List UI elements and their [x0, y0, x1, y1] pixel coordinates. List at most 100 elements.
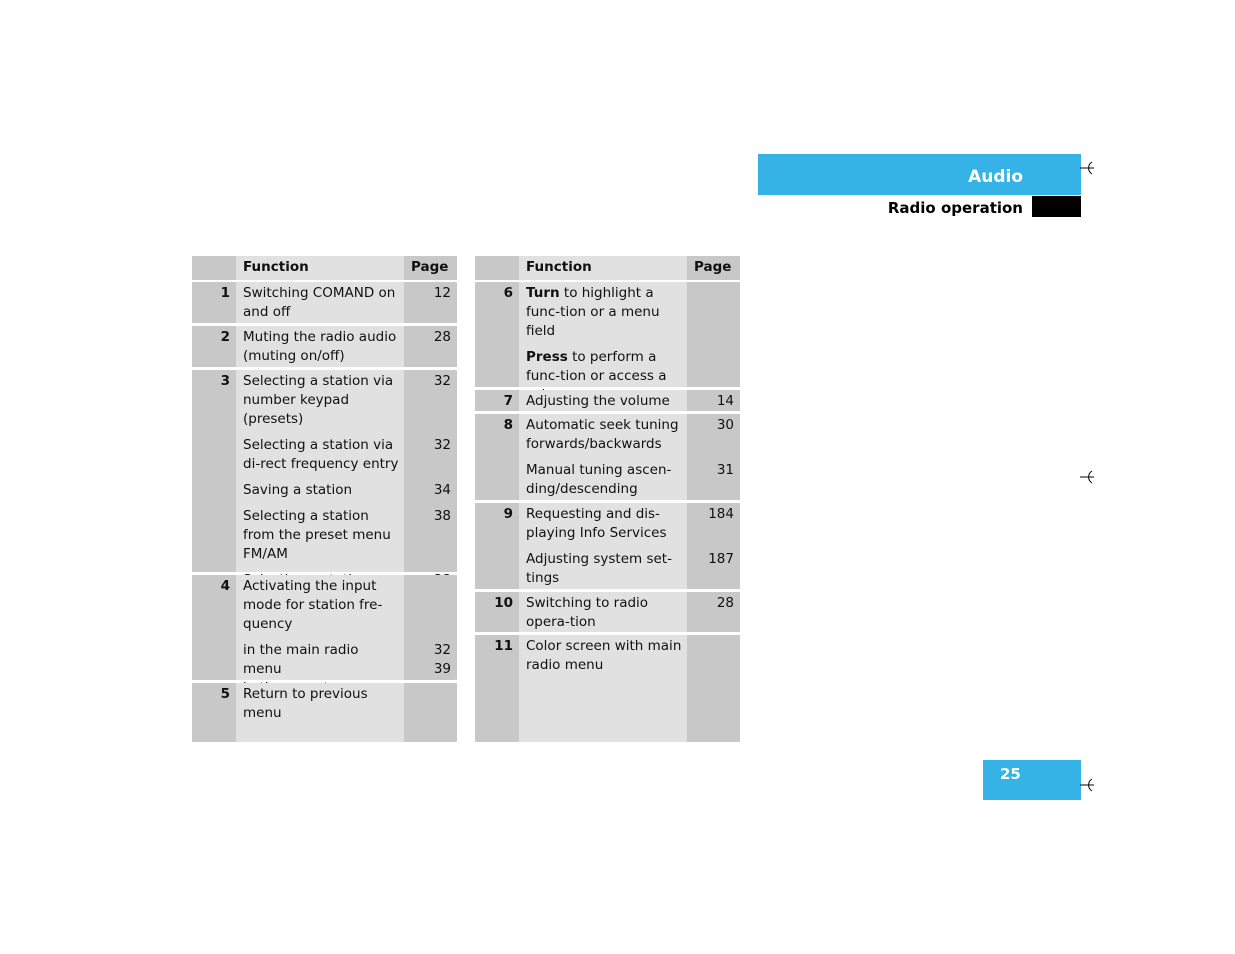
table-row: 5 Return to previous menu — [192, 683, 457, 742]
function-text: Selecting a station via di-rect frequenc… — [243, 437, 399, 472]
table-row: 7 Adjusting the volume 14 — [475, 390, 740, 411]
subsection-title: Radio operation — [887, 199, 1023, 217]
function-entry: Switching to radio opera-tion — [526, 594, 683, 632]
table-row: 8 Automatic seek tuning forwards/backward… — [475, 414, 740, 500]
page-cell — [687, 635, 740, 742]
header-page: Page — [687, 256, 740, 280]
function-entry: Selecting a station via number keypad (p… — [243, 372, 400, 429]
function-entry: Muting the radio audio (muting on/off) — [243, 328, 400, 366]
page-ref[interactable]: 184 — [687, 505, 734, 543]
page-number: 25 — [1000, 765, 1021, 783]
item-number: 11 — [475, 635, 519, 742]
item-number: 2 — [192, 326, 236, 367]
page-ref[interactable] — [687, 637, 734, 675]
page-ref[interactable]: 38 — [404, 507, 451, 564]
function-text: Saving a station — [243, 482, 353, 498]
function-cell: Switching to radio opera-tion — [519, 592, 687, 632]
function-text: in the main radio menu — [243, 642, 359, 677]
page-ref[interactable]: 28 — [404, 328, 451, 366]
item-number: 10 — [475, 592, 519, 632]
table-row: 11 Color screen with main radio menu — [475, 635, 740, 742]
page-ref[interactable]: 30 — [687, 416, 734, 454]
page-ref[interactable]: 32 — [404, 372, 451, 429]
table-row: 3 Selecting a station via number keypad (… — [192, 370, 457, 626]
crop-mark-icon — [1080, 161, 1094, 175]
table-row: 4 Activating the input mode for station f… — [192, 575, 457, 696]
table-header: Function Page — [192, 256, 457, 280]
function-text: Switching to radio opera-tion — [526, 595, 649, 630]
header-number-cell — [192, 256, 236, 280]
page-cell: 28 — [404, 326, 457, 367]
header-number-cell — [475, 256, 519, 280]
function-keyword: Turn — [526, 285, 560, 301]
function-keyword: Press — [526, 349, 568, 365]
function-entry: Switching COMAND on and off — [243, 284, 400, 322]
function-text: Adjusting the volume — [526, 393, 670, 409]
page-ref[interactable] — [404, 577, 451, 634]
table-row: 2 Muting the radio audio (muting on/off) 2… — [192, 326, 457, 367]
function-entry: Turn to highlight a func-tion or a menu … — [526, 284, 683, 341]
function-text: Switching COMAND on and off — [243, 285, 396, 320]
page-ref[interactable]: 12 — [404, 284, 451, 322]
page-cell: 12 — [404, 282, 457, 323]
function-text: Activating the input mode for station fr… — [243, 578, 383, 632]
function-entry: Return to previous menu — [243, 685, 400, 723]
function-entry: Saving a station — [243, 481, 400, 500]
function-text: Selecting a station via number keypad (p… — [243, 373, 394, 427]
function-cell: Color screen with main radio menu — [519, 635, 687, 742]
function-cell: Switching COMAND on and off — [236, 282, 404, 323]
crop-mark-icon — [1080, 470, 1094, 484]
page-ref[interactable]: 34 — [404, 481, 451, 500]
function-cell: Return to previous menu — [236, 683, 404, 742]
function-text: Manual tuning ascen-ding/descending — [526, 462, 672, 497]
function-cell: Turn to highlight a func-tion or a menu … — [519, 282, 687, 403]
function-text: Requesting and dis-playing Info Services — [526, 506, 667, 541]
table-row: 10 Switching to radio opera-tion 28 — [475, 592, 740, 632]
item-number: 3 — [192, 370, 236, 572]
item-number: 7 — [475, 390, 519, 411]
page-ref[interactable] — [404, 685, 451, 723]
table-row: 6 Turn to highlight a func-tion or a menu… — [475, 282, 740, 403]
page-cell — [404, 683, 457, 742]
function-entry: Activating the input mode for station fr… — [243, 577, 400, 634]
function-cell: Requesting and dis-playing Info Services… — [519, 503, 687, 589]
function-entry: Selecting a station via di-rect frequenc… — [243, 436, 400, 474]
page-number-box: 25 — [983, 760, 1081, 800]
page-ref[interactable]: 32 — [404, 436, 451, 474]
function-text: Adjusting system set-tings — [526, 551, 672, 586]
function-text: Color screen with main radio menu — [526, 638, 682, 673]
function-entry: Color screen with main radio menu — [526, 637, 683, 675]
item-number: 1 — [192, 282, 236, 323]
page-cell: 32 39 — [404, 575, 457, 680]
table-header: Function Page — [475, 256, 740, 280]
section-band: Audio — [758, 154, 1081, 195]
page-cell: 14 — [687, 390, 740, 411]
crop-mark-icon — [1080, 778, 1094, 792]
page-cell — [687, 282, 740, 387]
item-number: 6 — [475, 282, 519, 387]
page-ref[interactable]: 31 — [687, 461, 734, 499]
function-cell: Activating the input mode for station fr… — [236, 575, 404, 696]
page-ref[interactable] — [687, 284, 734, 341]
page-ref[interactable]: 14 — [687, 392, 734, 411]
item-number: 5 — [192, 683, 236, 742]
tab-marker — [1032, 196, 1081, 217]
function-entry: Adjusting the volume — [526, 392, 683, 411]
function-text: Muting the radio audio (muting on/off) — [243, 329, 397, 364]
page-cell: 30 31 — [687, 414, 740, 500]
function-text: Return to previous menu — [243, 686, 368, 721]
page-ref[interactable]: 32 — [434, 642, 451, 658]
function-text: Automatic seek tuning forwards/backwards — [526, 417, 679, 452]
page-ref[interactable]: 187 — [687, 550, 734, 588]
function-entry: Manual tuning ascen-ding/descending — [526, 461, 683, 499]
function-entry: Adjusting system set-tings — [526, 550, 683, 588]
table-row: 1 Switching COMAND on and off 12 — [192, 282, 457, 323]
page-ref[interactable]: 28 — [687, 594, 734, 632]
function-cell: Muting the radio audio (muting on/off) — [236, 326, 404, 367]
function-entry: Automatic seek tuning forwards/backwards — [526, 416, 683, 454]
item-number: 9 — [475, 503, 519, 589]
page-ref[interactable]: 39 — [434, 661, 451, 677]
section-title: Audio — [968, 167, 1023, 187]
table-row: 9 Requesting and dis-playing Info Service… — [475, 503, 740, 589]
function-entry: Selecting a station from the preset menu… — [243, 507, 400, 564]
